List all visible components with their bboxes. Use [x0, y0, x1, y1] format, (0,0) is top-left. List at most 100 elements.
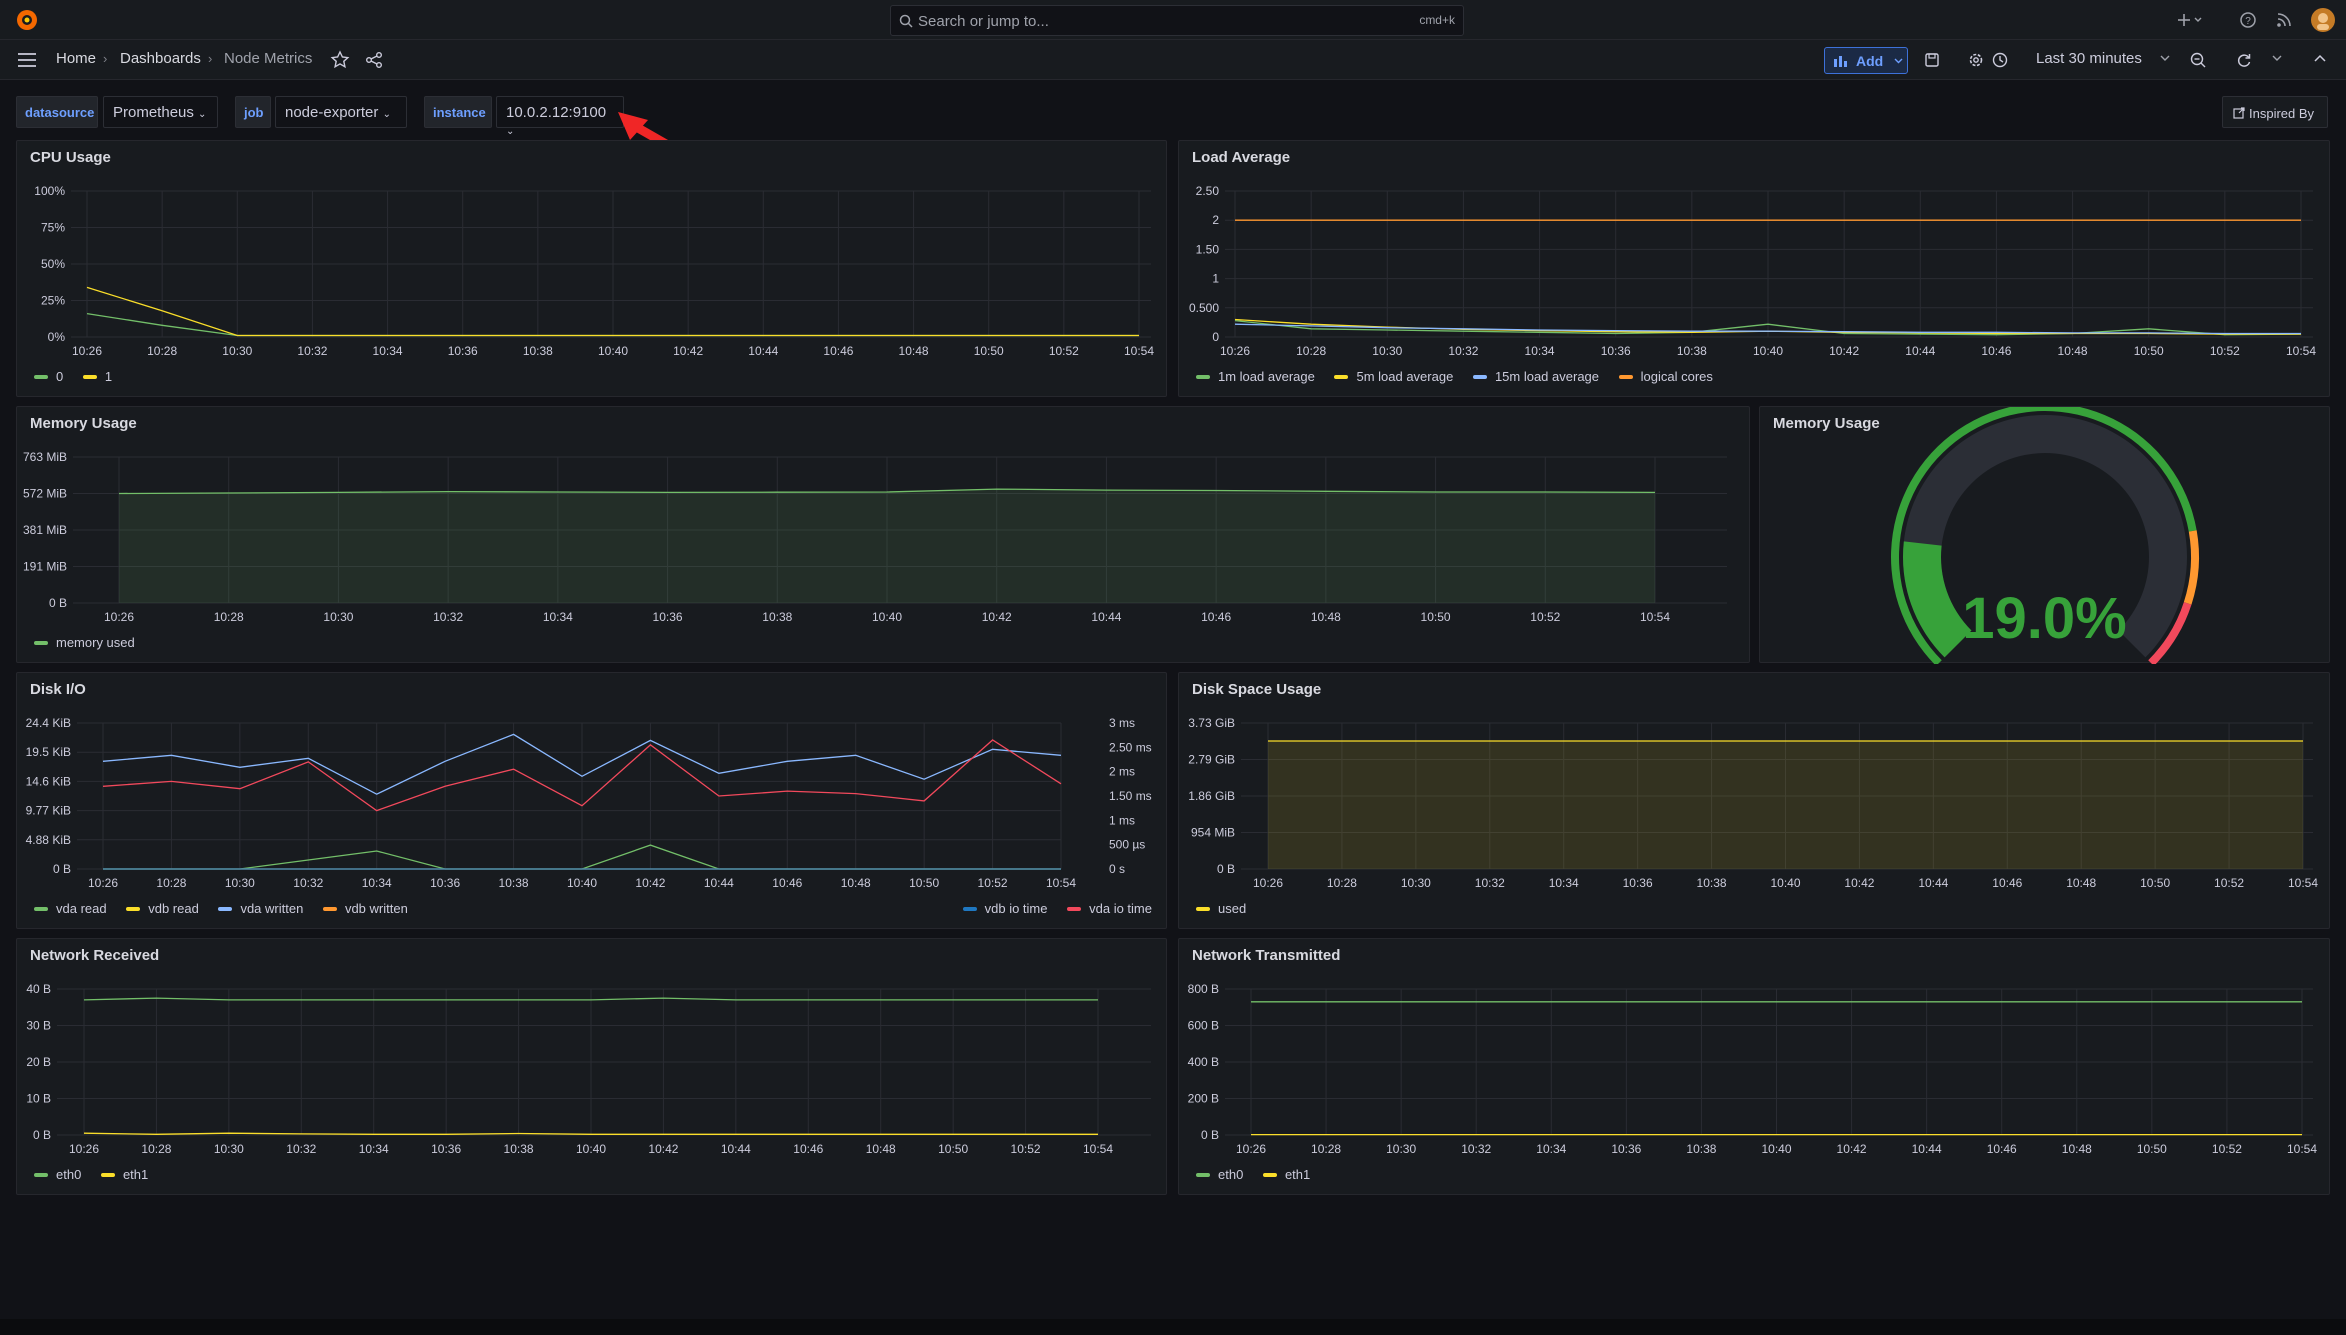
x-tick-label: 10:30: [225, 876, 255, 890]
clock-icon: [1992, 52, 2008, 68]
x-tick-label: 10:40: [567, 876, 597, 890]
x-tick-label: 10:26: [72, 344, 102, 358]
y-tick-label: 800 B: [1188, 982, 1219, 996]
star-icon[interactable]: [330, 50, 350, 70]
add-button[interactable]: Add: [1824, 47, 1908, 74]
panel-load-average[interactable]: Load Average 0 0.500 1 1.50 2 2.50 10:26 10:28 1…: [1178, 140, 2330, 397]
zoom-out-icon[interactable]: [2188, 50, 2208, 70]
x-tick-label: 10:54: [2287, 1142, 2317, 1156]
x-tick-label: 10:50: [1421, 610, 1451, 624]
x-tick-label: 10:42: [1844, 876, 1874, 890]
search-input[interactable]: Search or jump to... cmd+k: [890, 5, 1464, 36]
breadcrumb-dashboards[interactable]: Dashboards: [120, 50, 201, 67]
x-tick-label: 10:50: [2134, 344, 2164, 358]
breadcrumb-home[interactable]: Home: [56, 50, 96, 67]
x-tick-label: 10:30: [1372, 344, 1402, 358]
instance-select[interactable]: 10.0.2.12:9100 ⌄: [496, 96, 624, 137]
share-icon[interactable]: [364, 50, 384, 70]
y-tick-label: 40 B: [26, 982, 51, 996]
legend-item[interactable]: vda io time: [1067, 901, 1152, 916]
y-right-tick-label: 0 s: [1109, 862, 1125, 876]
menu-hamburger-icon[interactable]: [17, 51, 37, 69]
legend-item[interactable]: memory used: [34, 635, 135, 650]
user-avatar[interactable]: [2310, 7, 2336, 33]
series-area-used: [1268, 741, 2303, 869]
y-tick-label: 24.4 KiB: [26, 716, 71, 730]
x-tick-label: 10:44: [1912, 1142, 1942, 1156]
legend-item[interactable]: logical cores: [1618, 369, 1713, 384]
y-tick-label: 1.86 GiB: [1188, 789, 1235, 803]
legend-item[interactable]: vdb written: [322, 901, 408, 916]
x-tick-label: 10:46: [823, 344, 853, 358]
panel-network-received[interactable]: Network Received 0 B 10 B 20 B 30 B 40 B 10:2…: [16, 938, 1167, 1195]
x-tick-label: 10:28: [214, 610, 244, 624]
legend: memory used: [34, 635, 151, 650]
x-tick-label: 10:38: [1697, 876, 1727, 890]
legend-item[interactable]: 0: [34, 369, 63, 384]
time-range-picker[interactable]: Last 30 minutes: [2036, 50, 2142, 67]
chevron-down-icon[interactable]: [2272, 55, 2282, 63]
y-tick-label: 25%: [41, 294, 65, 308]
x-tick-label: 10:52: [978, 876, 1008, 890]
legend-item[interactable]: 1m load average: [1196, 369, 1315, 384]
legend-item[interactable]: 15m load average: [1472, 369, 1599, 384]
inspired-by-link[interactable]: Inspired By: [2222, 96, 2328, 128]
datasource-select[interactable]: Prometheus ⌄: [103, 96, 218, 128]
x-tick-label: 10:38: [1686, 1142, 1716, 1156]
external-link-icon: [2233, 107, 2245, 119]
legend-item[interactable]: used: [1196, 901, 1246, 916]
help-icon[interactable]: ?: [2238, 10, 2258, 30]
x-tick-label: 10:48: [866, 1142, 896, 1156]
collapse-chevron-up-icon[interactable]: [2314, 54, 2326, 64]
new-plus-icon[interactable]: [2176, 10, 2204, 30]
job-select[interactable]: node-exporter ⌄: [275, 96, 407, 128]
panel-memory-gauge[interactable]: Memory Usage 19.0%: [1759, 406, 2330, 664]
x-tick-label: 10:32: [293, 876, 323, 890]
panel-cpu-usage[interactable]: CPU Usage 0% 25% 50% 75% 100% 10:26 10:28 10:30…: [16, 140, 1167, 397]
panel-disk-space[interactable]: Disk Space Usage 0 B 954 MiB 1.86 GiB 2.79 …: [1178, 672, 2330, 929]
x-tick-label: 10:28: [1296, 344, 1326, 358]
x-tick-label: 10:30: [323, 610, 353, 624]
panel-disk-io[interactable]: Disk I/O 0 B 4.88 KiB 9.77 KiB 14.6 KiB 19.5…: [16, 672, 1167, 929]
x-tick-label: 10:40: [598, 344, 628, 358]
legend: eth0 eth1: [1196, 1167, 1326, 1182]
legend-item[interactable]: vda read: [34, 901, 107, 916]
legend-item[interactable]: vdb read: [126, 901, 199, 916]
add-button-label: Add: [1856, 53, 1884, 69]
y-tick-label: 4.88 KiB: [26, 833, 71, 847]
legend: 0 1: [34, 369, 128, 384]
x-tick-label: 10:44: [721, 1142, 751, 1156]
x-tick-label: 10:38: [504, 1142, 534, 1156]
legend-item[interactable]: eth0: [34, 1167, 81, 1182]
y-tick-label: 50%: [41, 257, 65, 271]
legend-item[interactable]: 1: [82, 369, 112, 384]
x-tick-label: 10:34: [543, 610, 573, 624]
legend-item[interactable]: 5m load average: [1334, 369, 1453, 384]
save-icon[interactable]: [1922, 50, 1942, 70]
x-tick-label: 10:34: [1536, 1142, 1566, 1156]
legend-item[interactable]: eth0: [1196, 1167, 1243, 1182]
settings-gear-icon[interactable]: [1966, 50, 1986, 70]
y-tick-label: 30 B: [26, 1019, 51, 1033]
panel-network-transmitted[interactable]: Network Transmitted 0 B 200 B 400 B 600 B 80…: [1178, 938, 2330, 1195]
legend-item[interactable]: eth1: [100, 1167, 148, 1182]
x-tick-label: 10:48: [2058, 344, 2088, 358]
network-received-chart: 0 B 10 B 20 B 30 B 40 B 10:26 10:28 10:30 10:32 1…: [26, 982, 1151, 1156]
chevron-down-icon[interactable]: [2160, 55, 2170, 63]
x-tick-label: 10:48: [841, 876, 871, 890]
grafana-logo-icon[interactable]: [14, 7, 40, 33]
legend-item[interactable]: vda written: [218, 901, 303, 916]
legend-item[interactable]: vdb io time: [962, 901, 1048, 916]
x-tick-label: 10:52: [2210, 344, 2240, 358]
x-tick-label: 10:40: [1770, 876, 1800, 890]
y-tick-label: 0 B: [1217, 862, 1235, 876]
legend-item[interactable]: eth1: [1262, 1167, 1310, 1182]
panel-memory-usage[interactable]: Memory Usage 0 B 191 MiB 381 MiB 572 MiB 763…: [16, 406, 1750, 663]
news-rss-icon[interactable]: [2274, 10, 2294, 30]
series-area-memory-used: [119, 489, 1655, 603]
x-tick-label: 10:50: [2140, 876, 2170, 890]
search-icon: [899, 14, 913, 28]
y-tick-label: 2.50: [1196, 184, 1220, 198]
x-tick-label: 10:44: [748, 344, 778, 358]
refresh-icon[interactable]: [2234, 50, 2254, 70]
